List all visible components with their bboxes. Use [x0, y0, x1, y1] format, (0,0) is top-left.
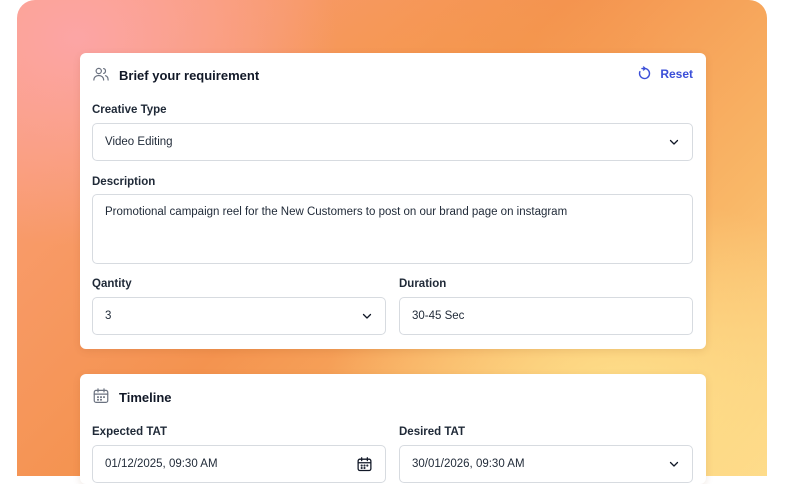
refresh-icon [639, 66, 651, 80]
brief-card: Brief your requirement Reset Creative Ty… [80, 53, 706, 349]
duration-label: Duration [399, 278, 447, 290]
creative-type-value: Video Editing [105, 136, 173, 148]
expected-tat-label: Expected TAT [92, 426, 167, 438]
reset-label: Reset [660, 66, 693, 81]
quantity-label: Qantity [92, 278, 132, 290]
calendar-icon[interactable] [356, 456, 373, 473]
chevron-down-icon [669, 461, 679, 467]
description-value: Promotional campaign reel for the New Cu… [105, 206, 568, 218]
description-label: Description [92, 176, 156, 188]
brief-title: Brief your requirement [119, 68, 260, 83]
desired-tat-select[interactable]: 30/01/2026, 09:30 AM [399, 445, 693, 483]
calendar-icon [93, 388, 109, 403]
desired-tat-label: Desired TAT [399, 426, 466, 438]
desired-tat-value: 30/01/2026, 09:30 AM [412, 458, 525, 470]
expected-tat-input[interactable]: 01/12/2025, 09:30 AM [92, 445, 386, 483]
quantity-select[interactable]: 3 [92, 297, 386, 335]
users-icon [93, 67, 109, 81]
duration-value: 30-45 Sec [412, 310, 465, 322]
timeline-title: Timeline [119, 390, 172, 405]
description-textarea[interactable]: Promotional campaign reel for the New Cu… [92, 194, 693, 264]
chevron-down-icon [362, 313, 372, 319]
expected-tat-value: 01/12/2025, 09:30 AM [105, 458, 218, 470]
reset-button[interactable]: Reset [637, 66, 693, 81]
timeline-card: Timeline Expected TAT 01/12/2025, 09:30 … [80, 374, 706, 484]
quantity-value: 3 [105, 310, 112, 322]
creative-type-select[interactable]: Video Editing [92, 123, 693, 161]
creative-type-label: Creative Type [92, 104, 167, 116]
duration-input[interactable]: 30-45 Sec [399, 297, 693, 335]
chevron-down-icon [669, 139, 679, 145]
